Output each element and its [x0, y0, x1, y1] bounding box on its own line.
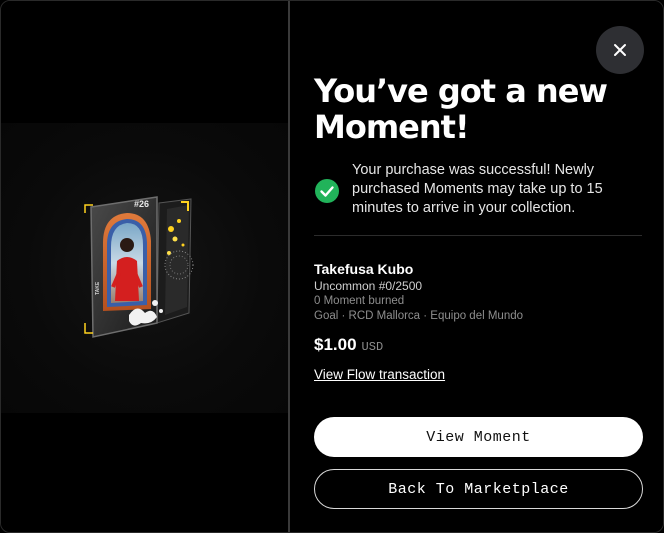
success-text: Your purchase was successful! Newly purc… — [352, 162, 603, 216]
card-side-text: TAKE — [95, 281, 101, 295]
view-flow-transaction-link[interactable]: View Flow transaction — [314, 367, 445, 382]
price: $1.00 USD — [314, 335, 383, 355]
check-circle-icon — [315, 179, 339, 203]
purchase-success-dialog: #26 TAKE You’ve got a new Moment! Your p… — [0, 0, 664, 533]
moment-card-image[interactable]: #26 TAKE — [71, 183, 211, 351]
moment-preview-panel: #26 TAKE — [1, 1, 288, 532]
back-to-marketplace-button[interactable]: Back To Marketplace — [314, 469, 643, 509]
close-button[interactable] — [596, 26, 644, 74]
edition-info: Uncommon #0/2500 — [314, 279, 423, 293]
moment-meta: Goal · RCD Mallorca · Equipo del Mundo — [314, 310, 524, 322]
price-currency: USD — [361, 340, 384, 354]
section-divider — [314, 235, 642, 236]
burned-count: 0 Moment burned — [314, 295, 405, 307]
success-message: Your purchase was successful! Newly purc… — [314, 161, 644, 218]
view-moment-button[interactable]: View Moment — [314, 417, 643, 457]
close-icon — [614, 44, 626, 56]
card-number-text: #26 — [134, 199, 149, 209]
player-name: Takefusa Kubo — [314, 261, 414, 277]
dialog-title: You’ve got a new Moment! — [314, 72, 608, 146]
price-amount: $1.00 — [314, 335, 357, 354]
